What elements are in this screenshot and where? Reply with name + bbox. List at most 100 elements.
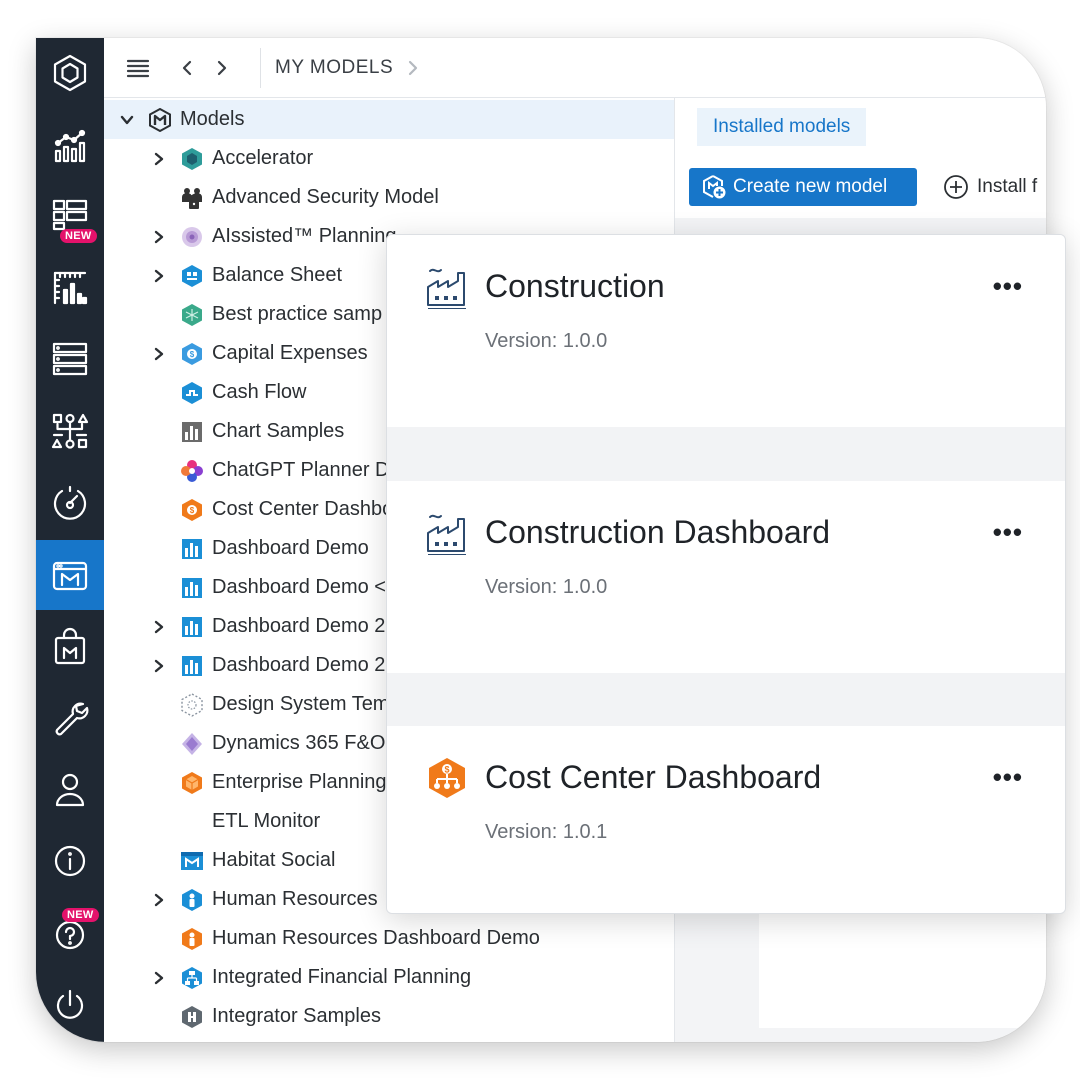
tree-item-label: Balance Sheet [212, 264, 343, 286]
tree-item-label: AIssisted™ Planning [212, 225, 397, 247]
performance-button[interactable] [36, 468, 104, 538]
model-card-title[interactable]: Construction [485, 268, 665, 305]
tab-installed-models[interactable]: Installed models [697, 108, 867, 146]
green-hex-icon [180, 303, 204, 327]
chevron-right-icon [217, 60, 227, 75]
tree-item-label: Dynamics 365 F&O [212, 732, 386, 754]
svg-text:$: $ [190, 350, 195, 359]
blank-icon [180, 810, 204, 834]
tree-item[interactable]: Accelerator [104, 139, 674, 178]
account-button[interactable] [36, 754, 104, 824]
model-card[interactable]: $ Cost Center Dashboard Version: 1.0.1 ••• [387, 726, 1065, 913]
create-new-model-button[interactable]: Create new model [689, 168, 917, 206]
analytics-button[interactable] [36, 110, 104, 180]
tree-item-label: Human Resources [212, 888, 378, 910]
dashboards-button[interactable]: NEW [36, 181, 104, 251]
more-options-button[interactable]: ••• [993, 271, 1023, 302]
tree-item-label: Habitat Social [212, 849, 336, 871]
tree-item-label: Best practice samp [212, 303, 383, 325]
tree-item-label: Integrator Samples [212, 1005, 381, 1027]
blue-bar-chart-icon [180, 654, 204, 678]
tree-item[interactable]: Integrator Samples [104, 997, 674, 1036]
tree-item[interactable]: Advanced Security Model [104, 178, 674, 217]
breadcrumb-next-button[interactable] [393, 38, 433, 98]
factory-icon [425, 511, 469, 556]
chevron-right-icon[interactable] [148, 148, 170, 170]
add-model-icon [703, 175, 726, 199]
new-badge: NEW [60, 229, 97, 243]
more-options-button[interactable]: ••• [993, 517, 1023, 548]
dotted-hex-icon [180, 692, 204, 717]
process-button[interactable] [36, 396, 104, 466]
model-card-title[interactable]: Construction Dashboard [485, 514, 830, 551]
chatgpt-flower-icon [180, 459, 204, 483]
purple-diamond-icon [180, 732, 204, 756]
breadcrumb-my-models[interactable]: MY MODELS [275, 57, 393, 79]
ai-sphere-icon [180, 225, 204, 249]
help-button[interactable]: NEW [36, 898, 104, 968]
tree-item-label: Enterprise Planning [212, 771, 387, 793]
create-new-model-label: Create new model [733, 176, 888, 197]
chevron-right-icon[interactable] [148, 343, 170, 365]
store-button[interactable] [36, 612, 104, 682]
model-card-title[interactable]: Cost Center Dashboard [485, 759, 821, 796]
orange-person-hex-icon [180, 927, 204, 951]
install-button[interactable]: Install f [943, 168, 1037, 206]
tree-item-label: Cost Center Dashbo [212, 498, 394, 520]
tree-item-label: Cash Flow [212, 381, 307, 403]
info-icon [54, 845, 86, 877]
svg-text:$: $ [444, 765, 449, 775]
chevron-down-icon[interactable] [116, 109, 138, 131]
chevron-right-icon[interactable] [148, 616, 170, 638]
chevron-right-icon[interactable] [148, 967, 170, 989]
menu-button[interactable] [104, 38, 172, 98]
reports-button[interactable] [36, 253, 104, 323]
tree-item[interactable]: Integrated Financial Planning [104, 958, 674, 997]
tree-item[interactable]: Human Resources Dashboard Demo [104, 919, 674, 958]
blue-bar-chart-icon [180, 537, 204, 561]
tree-item-label: Dashboard Demo [212, 537, 369, 559]
back-button[interactable] [172, 38, 202, 98]
top-bar: MY MODELS [104, 38, 1046, 98]
blue-coin-hex-icon: $ [180, 342, 204, 366]
tree-item-label: Accelerator [212, 147, 314, 169]
tree-item-label: ChatGPT Planner D [212, 459, 390, 481]
model-card[interactable]: Construction Dashboard Version: 1.0.0 ••• [387, 481, 1065, 673]
svg-text:$: $ [190, 506, 195, 515]
logout-button[interactable] [36, 970, 104, 1040]
wrench-icon [55, 702, 89, 736]
home-logo-button[interactable] [36, 38, 104, 108]
security-people-icon [180, 186, 204, 210]
gray-hex-icon [180, 1005, 204, 1029]
chevron-right-icon[interactable] [148, 265, 170, 287]
forward-button[interactable] [202, 38, 242, 98]
plus-circle-icon [944, 175, 968, 199]
tree-root-models[interactable]: Models [104, 100, 674, 139]
info-button[interactable] [36, 826, 104, 896]
models-icon [52, 561, 88, 591]
model-card-version: Version: 1.0.0 [485, 330, 608, 352]
blue-flow-hex-icon [180, 381, 204, 405]
chevron-right-icon[interactable] [148, 889, 170, 911]
more-options-button[interactable]: ••• [993, 762, 1023, 793]
gray-chart-icon [180, 420, 204, 444]
orange-dollar-hex-icon: $ [180, 498, 204, 522]
chevron-right-icon[interactable] [148, 226, 170, 248]
install-label: Install f [977, 176, 1038, 197]
chevron-right-icon[interactable] [148, 655, 170, 677]
hamburger-menu-icon [126, 59, 150, 77]
data-button[interactable] [36, 324, 104, 394]
model-card[interactable]: Construction Version: 1.0.0 ••• [387, 235, 1065, 427]
blue-bar-chart-icon [180, 576, 204, 600]
tools-button[interactable] [36, 683, 104, 753]
models-button[interactable] [36, 540, 104, 610]
power-icon [56, 989, 84, 1019]
tree-item-label: Human Resources Dashboard Demo [212, 927, 540, 949]
teal-hex-icon [180, 147, 204, 171]
